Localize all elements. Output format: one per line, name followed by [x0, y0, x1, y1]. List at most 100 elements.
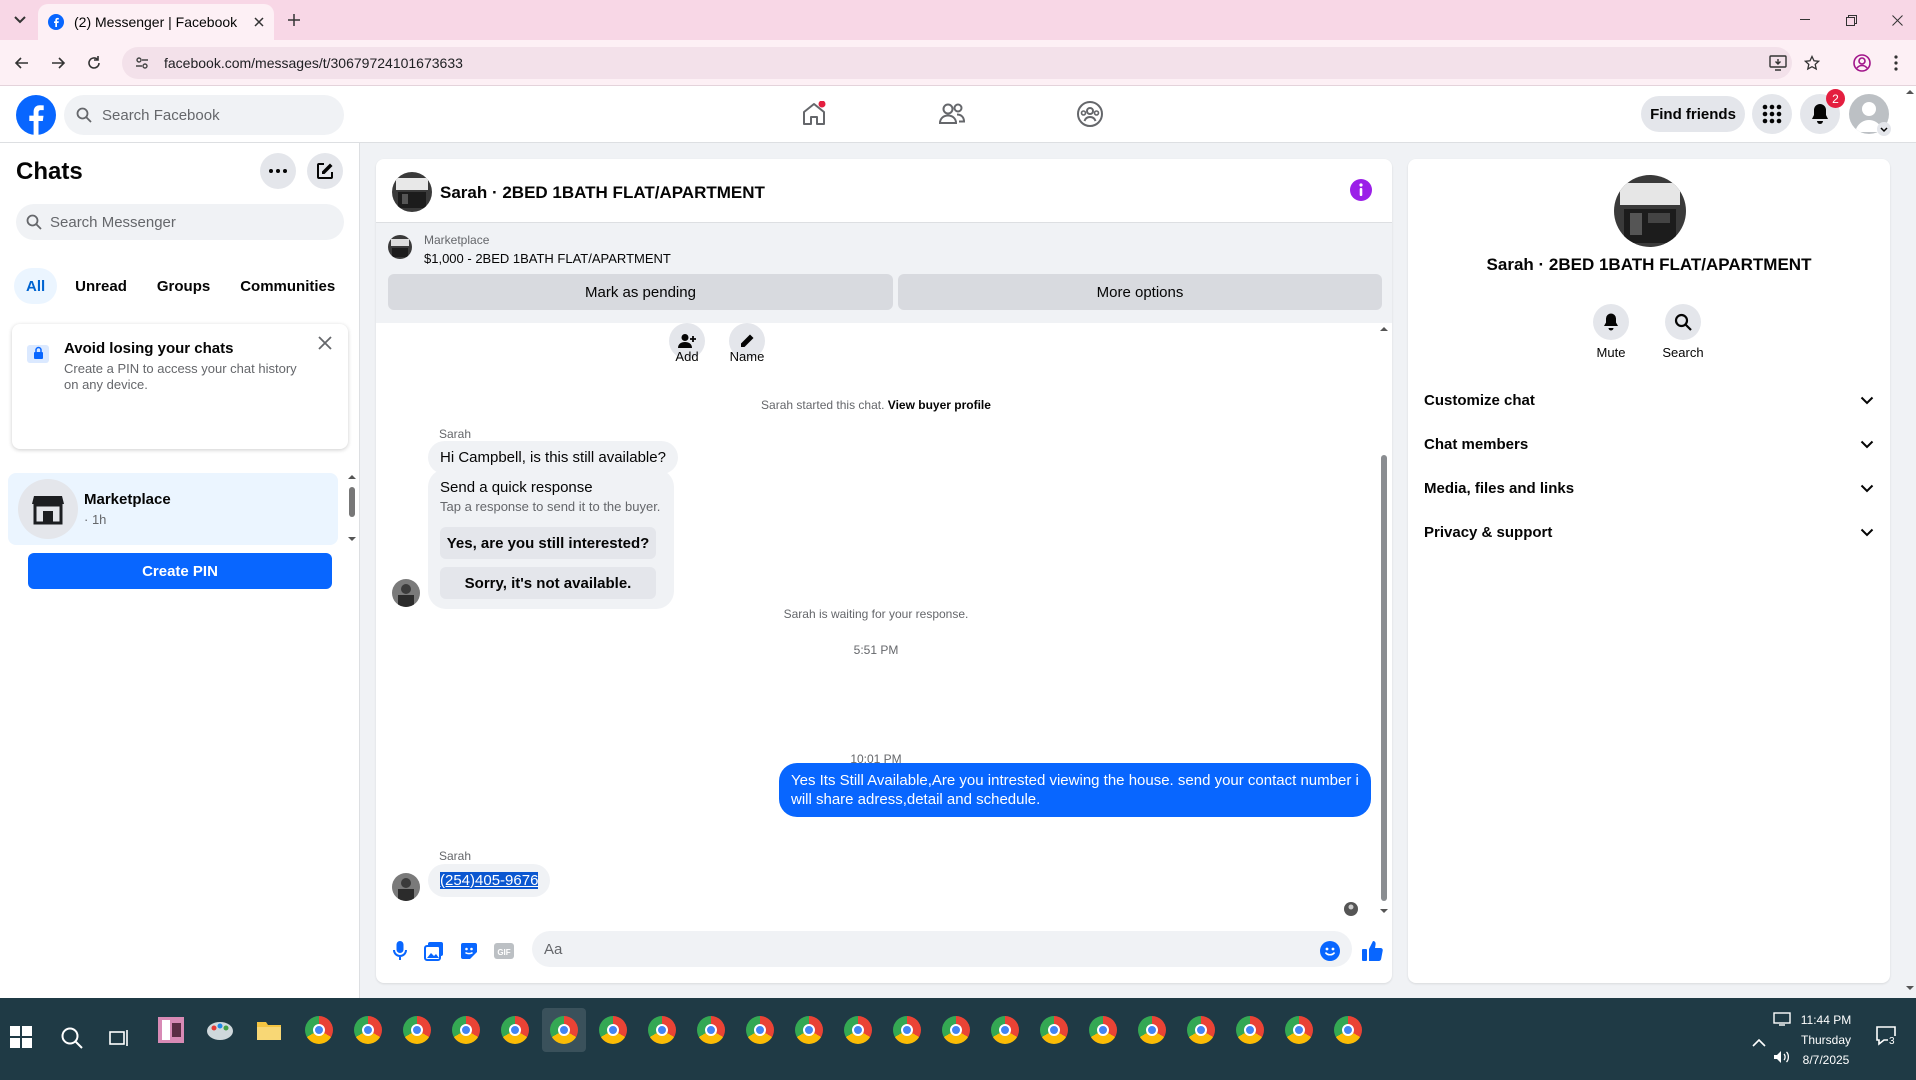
more-options-icon[interactable]: [260, 153, 296, 189]
back-arrow-icon[interactable]: [10, 51, 34, 75]
taskbar-chrome-icon[interactable]: [1179, 1008, 1223, 1052]
taskbar-chrome-icon[interactable]: [493, 1008, 537, 1052]
action-center-icon[interactable]: 3: [1876, 1026, 1900, 1050]
windows-start-icon[interactable]: [10, 1026, 32, 1048]
chat-members-section[interactable]: Chat members: [1416, 426, 1882, 462]
taskbar-chrome-icon[interactable]: [640, 1008, 684, 1052]
sticker-icon[interactable]: [457, 939, 481, 963]
taskbar-chrome-icon[interactable]: [1130, 1008, 1174, 1052]
taskbar-app-paint-icon[interactable]: [198, 1008, 242, 1052]
bookmark-star-icon[interactable]: [1800, 51, 1824, 75]
gif-icon[interactable]: GIF: [492, 939, 516, 963]
message-list: Add Name Sarah started this chat. View b…: [376, 323, 1392, 919]
taskbar-chrome-icon[interactable]: [689, 1008, 733, 1052]
marketplace-label: Marketplace: [424, 233, 490, 247]
taskbar-chrome-icon[interactable]: [787, 1008, 831, 1052]
install-app-icon[interactable]: [1766, 51, 1790, 75]
find-friends-button[interactable]: Find friends: [1641, 96, 1745, 132]
taskbar-chrome-icon[interactable]: [1228, 1008, 1272, 1052]
emoji-icon[interactable]: [1318, 939, 1342, 963]
taskbar-chrome-icon[interactable]: [297, 1008, 341, 1052]
conversation-title[interactable]: Sarah · 2BED 1BATH FLAT/APARTMENT: [440, 183, 765, 203]
microphone-icon[interactable]: [388, 939, 412, 963]
filter-unread[interactable]: Unread: [63, 268, 139, 304]
taskbar-chrome-icon[interactable]: [591, 1008, 635, 1052]
taskbar-chrome-icon[interactable]: [1277, 1008, 1321, 1052]
thumbs-up-like-icon[interactable]: [1360, 939, 1384, 963]
more-options-button[interactable]: More options: [898, 274, 1382, 310]
friends-icon[interactable]: [932, 94, 972, 134]
incoming-message-bubble[interactable]: (254)405-9676: [428, 864, 551, 897]
taskbar-chrome-icon[interactable]: [444, 1008, 488, 1052]
filter-all[interactable]: All: [14, 268, 58, 304]
taskbar-search-icon[interactable]: [60, 1026, 84, 1050]
privacy-support-section[interactable]: Privacy & support: [1416, 514, 1882, 550]
close-icon[interactable]: [318, 336, 332, 350]
page-scrollbar[interactable]: [1904, 86, 1916, 998]
restore-window-icon[interactable]: [1828, 0, 1874, 40]
taskbar-chrome-icon[interactable]: [346, 1008, 390, 1052]
system-clock[interactable]: 11:44 PM Thursday 8/7/2025: [1786, 1010, 1866, 1070]
message-list-scrollbar[interactable]: [1378, 323, 1390, 919]
new-tab-plus-icon[interactable]: [282, 8, 306, 32]
tab-search-chevron-icon[interactable]: [8, 8, 32, 32]
taskbar-chrome-icon[interactable]: [1326, 1008, 1370, 1052]
minimize-window-icon[interactable]: [1782, 0, 1828, 40]
taskbar-app-photo-icon[interactable]: [149, 1008, 193, 1052]
menu-grid-icon[interactable]: [1752, 94, 1792, 134]
account-chevron-icon[interactable]: [1877, 122, 1891, 136]
task-view-icon[interactable]: [109, 1028, 129, 1048]
chat-list-scrollbar[interactable]: [348, 473, 356, 545]
reload-icon[interactable]: [82, 51, 106, 75]
browser-tab[interactable]: (2) Messenger | Facebook: [38, 4, 274, 40]
taskbar-chrome-icon-active[interactable]: [542, 1008, 586, 1052]
close-window-icon[interactable]: [1874, 0, 1916, 40]
forward-arrow-icon[interactable]: [46, 51, 70, 75]
contact-avatar[interactable]: [392, 172, 432, 212]
sender-avatar[interactable]: [392, 873, 420, 901]
quick-response-yes-button[interactable]: Yes, are you still interested?: [440, 527, 656, 559]
taskbar-chrome-icon[interactable]: [836, 1008, 880, 1052]
show-hidden-icons-chevron-icon[interactable]: [1752, 1038, 1766, 1047]
search-icon: [76, 107, 92, 123]
view-buyer-profile-link[interactable]: View buyer profile: [888, 398, 991, 412]
customize-chat-section[interactable]: Customize chat: [1416, 382, 1882, 418]
tab-close-icon[interactable]: [254, 17, 264, 27]
mute-bell-icon[interactable]: [1593, 304, 1629, 340]
info-icon[interactable]: [1350, 179, 1372, 201]
taskbar-file-explorer-icon[interactable]: [247, 1008, 291, 1052]
taskbar-chrome-icon[interactable]: [934, 1008, 978, 1052]
message-input[interactable]: Aa: [532, 931, 1352, 967]
facebook-search-placeholder: Search Facebook: [102, 106, 220, 124]
home-icon[interactable]: [794, 94, 834, 134]
conversation-item-marketplace[interactable]: Marketplace · 1h: [8, 473, 338, 545]
search-icon[interactable]: [1665, 304, 1701, 340]
facebook-logo-icon[interactable]: [16, 95, 56, 135]
groups-icon[interactable]: [1070, 94, 1110, 134]
profile-icon[interactable]: [1850, 51, 1874, 75]
new-message-icon[interactable]: [307, 153, 343, 189]
media-files-links-section[interactable]: Media, files and links: [1416, 470, 1882, 506]
browser-menu-icon[interactable]: [1884, 51, 1908, 75]
taskbar-chrome-icon[interactable]: [1032, 1008, 1076, 1052]
mark-as-pending-button[interactable]: Mark as pending: [388, 274, 893, 310]
messenger-search-input[interactable]: Search Messenger: [16, 204, 344, 240]
quick-response-sorry-button[interactable]: Sorry, it's not available.: [440, 567, 656, 599]
filter-communities[interactable]: Communities: [228, 268, 347, 304]
sender-name: Sarah: [439, 849, 472, 863]
listing-title[interactable]: $1,000 - 2BED 1BATH FLAT/APARTMENT: [424, 251, 671, 266]
sender-avatar[interactable]: [392, 579, 420, 607]
taskbar-chrome-icon[interactable]: [885, 1008, 929, 1052]
site-info-icon[interactable]: [134, 55, 150, 71]
taskbar-chrome-icon[interactable]: [1081, 1008, 1125, 1052]
address-bar[interactable]: facebook.com/messages/t/3067972410167363…: [122, 47, 1792, 79]
taskbar-chrome-icon[interactable]: [738, 1008, 782, 1052]
taskbar-chrome-icon[interactable]: [983, 1008, 1027, 1052]
facebook-search-input[interactable]: Search Facebook: [64, 95, 344, 135]
filter-groups[interactable]: Groups: [145, 268, 222, 304]
taskbar-chrome-icon[interactable]: [395, 1008, 439, 1052]
create-pin-button[interactable]: Create PIN: [28, 553, 332, 589]
photo-gallery-icon[interactable]: [422, 939, 446, 963]
outgoing-message-bubble[interactable]: Yes Its Still Available,Are you intreste…: [779, 763, 1371, 817]
phone-number-link[interactable]: (254)405-9676: [440, 872, 539, 889]
